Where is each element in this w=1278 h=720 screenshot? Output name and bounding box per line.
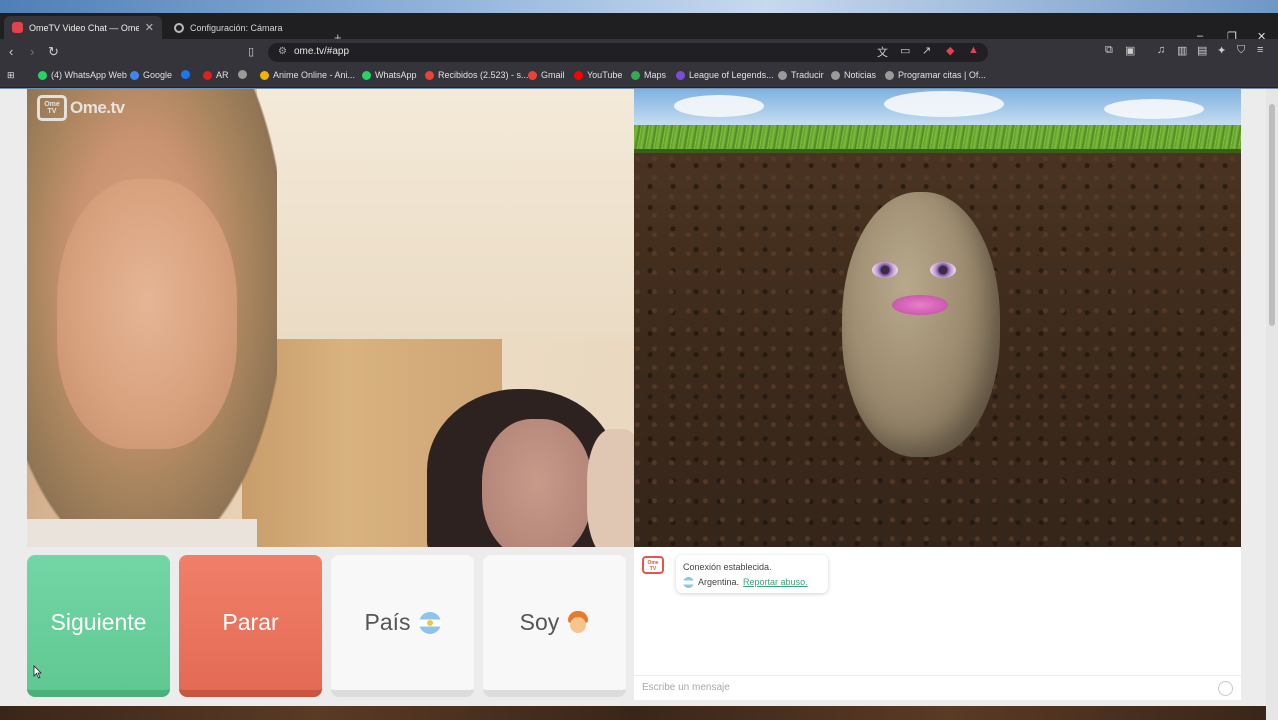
- share-icon[interactable]: ↗: [922, 44, 931, 57]
- argentina-flag-icon: [418, 611, 441, 634]
- forward-arrow-icon[interactable]: ›: [30, 44, 34, 60]
- menu-icon[interactable]: ≡: [1257, 44, 1263, 56]
- bookmark-item[interactable]: YouTube: [574, 70, 622, 80]
- mouth: [892, 295, 948, 315]
- eye: [930, 262, 956, 278]
- bookmarks-bar: ⊞ (4) WhatsApp Web Google AR Anime Onlin…: [0, 66, 1278, 88]
- bookmark-item[interactable]: [238, 70, 247, 79]
- next-button[interactable]: Siguiente: [27, 555, 170, 697]
- bookmark-item[interactable]: Anime Online - Ani...: [260, 70, 355, 80]
- mouse-pointer-icon: [33, 665, 42, 679]
- globe-icon: [885, 70, 894, 80]
- league-icon: [676, 70, 685, 80]
- anime-icon: [260, 70, 269, 80]
- system-message: Conexión establecida. Argentina. Reporta…: [676, 555, 828, 593]
- tab-ometv[interactable]: OmeTV Video Chat — Omeg ✕: [4, 16, 162, 39]
- gender-select-button[interactable]: Soy: [483, 555, 626, 697]
- eye: [872, 262, 898, 278]
- ometv-chat-icon: Ome TV: [642, 556, 664, 574]
- chat-panel: Ome TV Conexión establecida. Argentina. …: [634, 547, 1241, 700]
- globe-icon: [831, 70, 840, 80]
- panel-icon[interactable]: ▥: [1177, 44, 1187, 57]
- bookmark-item[interactable]: [181, 70, 190, 79]
- bookmark-item[interactable]: Maps: [631, 70, 666, 80]
- desktop-background: [0, 0, 1278, 13]
- gmail-icon: [528, 70, 537, 80]
- reload-icon[interactable]: ↻: [48, 44, 59, 60]
- connection-status: Conexión establecida.: [683, 562, 772, 572]
- whatsapp-icon: [362, 70, 371, 80]
- rewards-icon[interactable]: ▲: [968, 44, 979, 56]
- report-abuse-link[interactable]: Reportar abuso.: [743, 575, 808, 590]
- leo-ai-icon[interactable]: ✦: [1217, 44, 1226, 57]
- sidebar-icon[interactable]: ▣: [1125, 44, 1135, 57]
- youtube-icon: [203, 70, 212, 80]
- gear-icon: [174, 22, 184, 33]
- browser-tab-bar: OmeTV Video Chat — Omeg ✕ Configuración:…: [0, 13, 1278, 45]
- bookmark-item[interactable]: Google: [130, 70, 172, 80]
- scrollbar-thumb[interactable]: [1269, 104, 1275, 326]
- ometv-logo: Ome TV Ome.tv: [37, 95, 125, 121]
- tab-camera-settings[interactable]: Configuración: Cámara: [166, 16, 324, 39]
- country-filter-button[interactable]: País: [331, 555, 474, 697]
- facebook-icon: [181, 70, 190, 79]
- wallet-icon[interactable]: ▤: [1197, 44, 1207, 57]
- stop-button-label: Parar: [222, 609, 279, 635]
- logo-text: Ome.tv: [70, 98, 125, 117]
- bookmark-item[interactable]: Noticias: [831, 70, 876, 80]
- google-icon: [130, 70, 139, 80]
- youtube-icon: [574, 70, 583, 80]
- remote-video: Ome TV Ome.tv: [27, 89, 634, 547]
- bookmark-item[interactable]: WhatsApp: [362, 70, 417, 80]
- emoji-icon[interactable]: [1218, 681, 1233, 696]
- tv-icon: Ome TV: [37, 95, 67, 121]
- cast-icon[interactable]: ▭: [900, 44, 910, 57]
- mail-icon: [425, 70, 434, 80]
- maps-icon: [631, 70, 640, 80]
- apps-grid-icon[interactable]: ⊞: [7, 70, 15, 81]
- extensions-icon[interactable]: ⧉: [1105, 44, 1113, 57]
- gender-button-label: Soy: [519, 609, 560, 635]
- back-arrow-icon[interactable]: ‹: [9, 44, 13, 60]
- brave-shield-icon[interactable]: ◆: [946, 44, 954, 57]
- globe-icon: [238, 70, 247, 79]
- bookmark-item[interactable]: Gmail: [528, 70, 565, 80]
- bookmark-item[interactable]: League of Legends...: [676, 70, 774, 80]
- bookmark-icon[interactable]: ▯: [248, 44, 254, 60]
- stop-button[interactable]: Parar: [179, 555, 322, 697]
- chat-input-bar: [634, 675, 1241, 700]
- argentina-flag-icon: [683, 577, 694, 588]
- bookmark-item[interactable]: Traducir: [778, 70, 824, 80]
- bookmark-item[interactable]: Recibidos (2.523) - s...: [425, 70, 529, 80]
- partner-country: Argentina.: [698, 577, 740, 587]
- close-tab-icon[interactable]: ✕: [145, 21, 154, 34]
- ometv-favicon-icon: [12, 22, 23, 33]
- globe-icon: [778, 70, 787, 80]
- vpn-icon[interactable]: ⛉: [1237, 44, 1245, 57]
- bookmark-item[interactable]: Programar citas | Of...: [885, 70, 986, 80]
- url-text: ome.tv/#app: [294, 46, 350, 57]
- boy-emoji-icon: [567, 610, 589, 635]
- own-camera-video: [634, 89, 1241, 547]
- tab-title: Configuración: Cámara: [190, 22, 283, 33]
- bookmark-item[interactable]: AR: [203, 70, 229, 80]
- browser-nav-bar: ‹ › ↻ ▯ ⚙ ome.tv/#app 文 ▭ ↗ ◆ ▲ ⧉ ▣ ♫ ▥ …: [0, 39, 1278, 66]
- bookmark-item[interactable]: (4) WhatsApp Web: [38, 70, 127, 80]
- whatsapp-icon: [38, 70, 47, 80]
- translate-icon[interactable]: 文: [877, 44, 888, 60]
- country-button-label: País: [364, 609, 411, 635]
- tab-title: OmeTV Video Chat — Omeg: [29, 22, 139, 33]
- music-icon[interactable]: ♫: [1157, 44, 1165, 56]
- next-button-label: Siguiente: [50, 609, 147, 635]
- message-input[interactable]: [642, 682, 1202, 693]
- site-info-icon[interactable]: ⚙: [278, 46, 287, 57]
- potato-filter-face: [842, 192, 1000, 457]
